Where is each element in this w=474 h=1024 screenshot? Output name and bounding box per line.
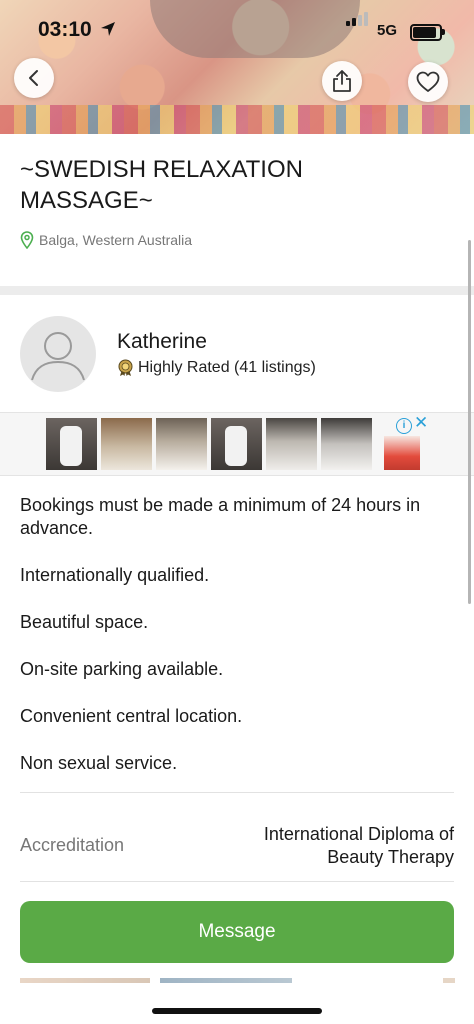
listing-description: Bookings must be made a minimum of 24 ho…: [20, 494, 430, 799]
section-divider: [0, 286, 474, 295]
seller-avatar[interactable]: [20, 316, 96, 392]
location-pin-icon: [20, 231, 34, 249]
favorite-button[interactable]: [408, 62, 448, 102]
ad-image[interactable]: [266, 418, 317, 470]
award-badge-icon: [118, 359, 133, 376]
seller-rating-text: Highly Rated (41 listings): [138, 359, 316, 376]
back-icon: [29, 70, 38, 86]
ad-close-icon[interactable]: ✕: [414, 413, 428, 433]
content-peek: [20, 978, 150, 983]
accreditation-label: Accreditation: [20, 835, 125, 855]
ad-image[interactable]: [46, 418, 97, 470]
ad-image[interactable]: [211, 418, 262, 470]
network-type: 5G: [377, 22, 398, 39]
share-icon: [333, 70, 351, 92]
content-peek: [443, 978, 455, 983]
back-button[interactable]: [14, 58, 54, 98]
divider: [20, 792, 454, 793]
listing-location[interactable]: Balga, Western Australia: [20, 231, 192, 249]
status-bar: 03:10 5G: [0, 12, 474, 46]
scrollbar[interactable]: [468, 240, 471, 604]
message-button[interactable]: Message: [20, 901, 454, 963]
location-arrow-icon: [101, 22, 115, 36]
listing-title: ~SWEDISH RELAXATION MASSAGE~: [20, 156, 303, 214]
hero-pattern-band: [0, 105, 474, 134]
content-peek: [160, 978, 292, 983]
description-line: Bookings must be made a minimum of 24 ho…: [20, 495, 421, 538]
heart-icon: [416, 71, 440, 92]
ad-choices-icon[interactable]: i: [396, 418, 412, 434]
seller-name[interactable]: Katherine: [117, 330, 207, 354]
description-line: Convenient central location.: [20, 706, 243, 726]
description-line: On-site parking available.: [20, 659, 224, 679]
ad-image[interactable]: [321, 418, 372, 470]
battery-icon: [410, 24, 445, 41]
share-button[interactable]: [322, 61, 362, 101]
ad-image[interactable]: [156, 418, 207, 470]
description-line: Non sexual service.: [20, 753, 178, 773]
ad-image[interactable]: [384, 436, 420, 470]
status-time: 03:10: [38, 18, 92, 41]
home-indicator[interactable]: [152, 1008, 322, 1014]
seller-rating: Highly Rated (41 listings): [117, 359, 316, 377]
divider: [20, 881, 454, 882]
accreditation-value: International Diploma of Beauty Therapy: [263, 824, 454, 867]
location-text: Balga, Western Australia: [39, 232, 193, 248]
description-line: Beautiful space.: [20, 612, 149, 632]
person-icon: [31, 332, 85, 381]
ad-image[interactable]: [101, 418, 152, 470]
description-line: Internationally qualified.: [20, 565, 210, 585]
